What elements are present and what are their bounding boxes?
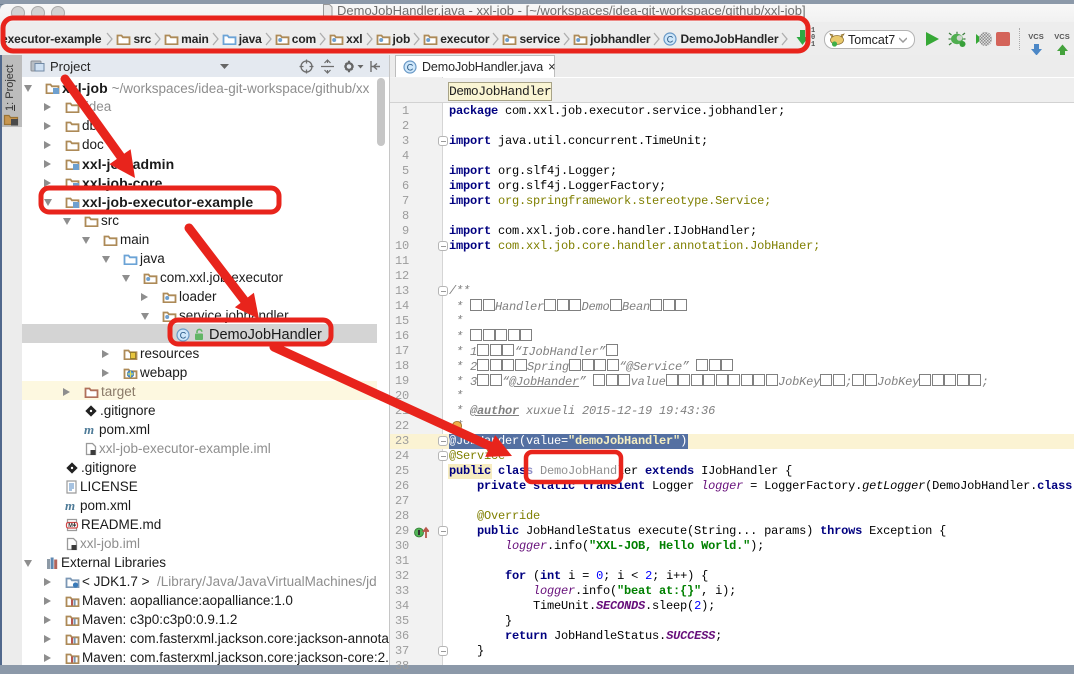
svg-text:C: C — [180, 330, 187, 340]
svg-text:M: M — [68, 523, 73, 529]
svg-text:C: C — [407, 62, 414, 72]
svg-text:C: C — [667, 34, 674, 44]
